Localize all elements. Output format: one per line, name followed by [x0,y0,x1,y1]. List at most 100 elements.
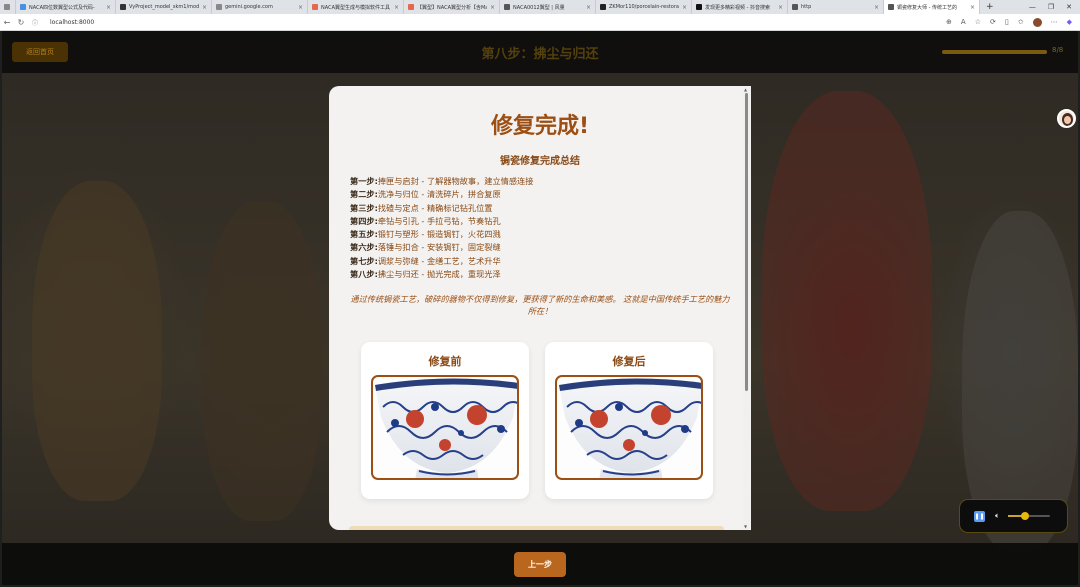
tab-close-icon[interactable]: × [679,4,687,11]
zoom-icon[interactable]: ⊕ [946,18,952,26]
browser-tab[interactable]: ZKMor110/porcelain-restoratio × [596,0,692,14]
extensions-icon[interactable]: ⟳ [990,18,996,26]
browser-tab[interactable]: NACA四位数翼型公式及代码- × [16,0,116,14]
tab-close-icon[interactable]: × [295,4,303,11]
tab-close-icon[interactable]: × [775,4,783,11]
step-label: 第八步: [350,269,378,280]
step-text: 找碴与定点 - 精确标记钻孔位置 [377,202,493,213]
url-field[interactable]: localhost:8000 [50,19,94,26]
tab-label: 【翼型】NACA翼型分析【含Ma [417,4,487,11]
tab-close-icon[interactable]: × [391,4,399,11]
tab-close-icon[interactable]: × [103,4,111,11]
browser-tab-bar: NACA四位数翼型公式及代码- × VyProject_model_skm1/mod… [0,0,1080,14]
step-item: 第一步:捧匣与启封 - 了解器物故事，建立情感连接 [350,175,730,188]
app-viewport: 返回首页 第八步：拂尘与归还 8/8 ❚❚ 🔈︎ 上一步 修复完成! 锔瓷修复完… [2,31,1078,585]
assistant-avatar[interactable] [1057,109,1076,128]
play-icon[interactable]: ❚❚ [974,510,985,522]
summary-footer-strip [349,526,724,530]
previous-step-button[interactable]: 上一步 [514,552,566,577]
tab-label: gemini.google.com [225,4,273,10]
volume-slider[interactable] [1007,512,1050,520]
favorites-icon[interactable]: ✩ [1018,18,1024,26]
tab-label: NACA翼型生成与模拟软件工具 [321,4,390,11]
tab-favicon-icon [504,4,510,10]
new-tab-button[interactable]: + [980,2,1000,12]
tab-close-icon[interactable]: × [871,4,879,11]
step-label: 第五步: [350,229,378,240]
modal-title: 修复完成! [490,114,590,139]
copilot-icon[interactable]: ◆ [1067,18,1072,26]
favorite-star-icon[interactable]: ☆ [975,18,981,26]
restore-icon[interactable]: ❐ [1048,3,1054,11]
browser-tab[interactable]: NACA翼型生成与模拟软件工具 × [308,0,404,14]
bottom-bar: 上一步 [2,543,1078,585]
read-aloud-icon[interactable]: A [961,18,966,26]
speaker-icon[interactable]: 🔈︎ [995,511,1000,521]
step-item: 第八步:拂尘与归还 - 抛光完成，重现光泽 [350,268,730,281]
step-text: 拂尘与归还 - 抛光完成，重现光泽 [377,269,501,280]
tab-favicon-icon [408,4,414,10]
tab-close-icon[interactable]: × [199,4,207,11]
tab-label: 发现更多精彩视频 - 抖音搜索 [705,4,770,11]
back-arrow-icon[interactable]: ← [0,18,14,27]
scroll-thumb[interactable] [745,93,748,391]
tab-label: ZKMor110/porcelain-restoratio [609,4,679,10]
tab-favicon-icon [600,4,606,10]
steps-summary: 第一步:捧匣与启封 - 了解器物故事，建立情感连接 第二步:洗净与归位 - 清洗碎… [350,175,730,281]
tab-label: 锔瓷修复大师 - 传统工艺的 [897,4,957,11]
minimize-icon[interactable]: — [1029,3,1036,11]
browser-tab[interactable]: NACA0012翼型 | 风量 × [500,0,596,14]
step-item: 第二步:洗净与归位 - 清洗碎片，拼合复原 [350,188,730,201]
step-label: 第三步: [350,202,378,213]
tab-actions-icon[interactable] [0,0,16,14]
step-text: 牵钻与引孔 - 手拉弓钻，节奏钻孔 [377,215,501,226]
step-label: 第一步: [350,176,378,186]
tab-close-icon[interactable]: × [967,4,975,11]
close-window-icon[interactable]: ✕ [1066,3,1072,11]
tab-close-icon[interactable]: × [583,4,591,11]
before-label: 修复前 [428,355,462,368]
browser-tab[interactable]: VyProject_model_skm1/mode × [116,0,212,14]
progress-text: 8/8 [1052,46,1064,54]
profile-avatar[interactable] [1032,17,1042,27]
step-label: 第七步: [350,255,378,266]
step-text: 锻钉与塑形 - 锻造锔钉，火花四溅 [377,229,501,240]
tab-favicon-icon [20,4,26,10]
step-text: 洗净与归位 - 清洗碎片，拼合复原 [377,189,501,200]
tab-favicon-icon [888,4,894,10]
tab-close-icon[interactable]: × [487,4,495,11]
reload-icon[interactable]: ↻ [14,18,28,27]
browser-tab[interactable]: 锔瓷修复大师 - 传统工艺的 × [884,0,980,14]
tab-favicon-icon [792,4,798,10]
tab-favicon-icon [312,4,318,10]
completion-modal: 修复完成! 锔瓷修复完成总结 第一步:捧匣与启封 - 了解器物故事，建立情感连接… [329,86,751,530]
step-text: 调浆与弥缝 - 金缮工艺，艺术升华 [377,255,501,266]
scroll-up-icon[interactable]: ▲ [744,87,747,92]
window-controls: — ❐ ✕ [1029,3,1080,11]
volume-knob[interactable] [1020,512,1029,520]
modal-subtitle: 锔瓷修复完成总结 [500,156,580,167]
browser-tab[interactable]: 【翼型】NACA翼型分析【含Ma × [404,0,500,14]
progress-fill [942,50,1047,54]
split-screen-icon[interactable]: ▯ [1005,18,1009,26]
browser-tab[interactable]: gemini.google.com × [212,0,308,14]
modal-quote: 通过传统锔瓷工艺，破碎的器物不仅得到修复，更获得了新的生命和美感。 这就是中国传… [350,294,730,316]
modal-scrollbar[interactable]: ▲ ▼ [743,87,750,529]
step-item: 第六步:落锤与扣合 - 安装锔钉，固定裂缝 [350,241,730,254]
before-bowl-image [371,375,519,480]
tab-favicon-icon [696,4,702,10]
step-item: 第五步:锻钉与塑形 - 锻造锔钉，火花四溅 [350,228,730,241]
browser-tab[interactable]: 发现更多精彩视频 - 抖音搜索 × [692,0,788,14]
tab-label: http [801,4,812,10]
after-card: 修复后 [545,342,713,499]
more-icon[interactable]: ⋯ [1051,18,1058,26]
audio-player: ❚❚ 🔈︎ [959,499,1068,533]
step-text: 捧匣与启封 - 了解器物故事，建立情感连接 [377,176,534,186]
top-bar: 返回首页 第八步：拂尘与归还 8/8 [2,31,1078,73]
scroll-down-icon[interactable]: ▼ [744,524,747,529]
browser-tab[interactable]: http × [788,0,884,14]
step-label: 第二步: [350,189,378,200]
tab-favicon-icon [120,4,126,10]
site-info-icon[interactable]: ⓘ [28,18,42,27]
tab-label: NACA0012翼型 | 风量 [513,4,565,11]
